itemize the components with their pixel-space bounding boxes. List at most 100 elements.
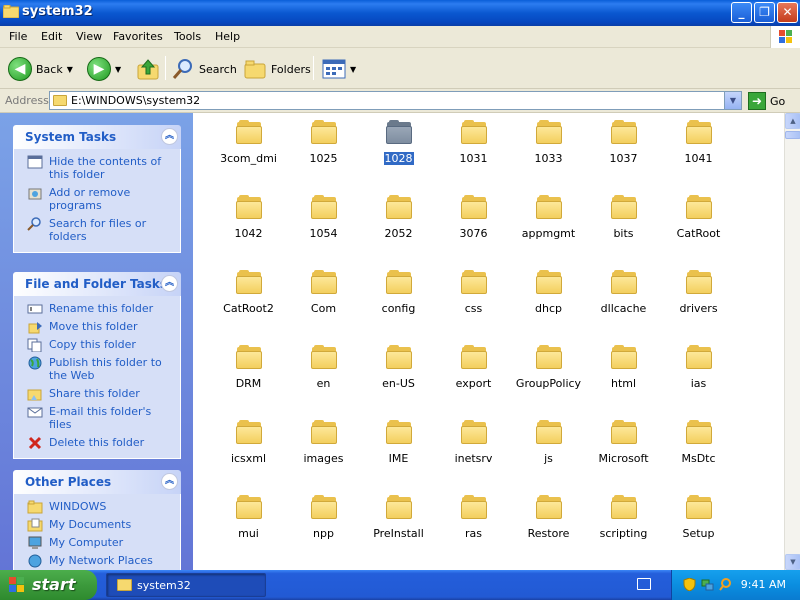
security-shield-icon[interactable] xyxy=(683,578,696,591)
folder-item[interactable]: config xyxy=(361,268,436,343)
menu-favorites[interactable]: Favorites xyxy=(113,30,163,43)
place-network-places[interactable]: My Network Places xyxy=(14,554,180,568)
folder-item[interactable]: 2052 xyxy=(361,193,436,268)
close-button[interactable]: ✕ xyxy=(777,2,798,23)
folder-item[interactable]: MsDtc xyxy=(661,418,736,493)
address-input[interactable]: E:\WINDOWS\system32 ▼ xyxy=(49,91,742,110)
folder-item[interactable]: images xyxy=(286,418,361,493)
folder-item[interactable]: js xyxy=(511,418,586,493)
folder-item[interactable]: html xyxy=(586,343,661,418)
back-button[interactable]: ◀ Back ▼ xyxy=(8,55,73,83)
views-button[interactable]: ▼ xyxy=(322,55,356,83)
system-tasks-header[interactable]: System Tasks ︽ xyxy=(13,125,181,149)
folder-item[interactable]: export xyxy=(436,343,511,418)
folder-item[interactable]: 3076 xyxy=(436,193,511,268)
task-delete-folder[interactable]: Delete this folder xyxy=(14,436,180,450)
go-button[interactable]: ➜ Go xyxy=(748,92,785,110)
forward-dropdown-icon[interactable]: ▼ xyxy=(115,65,121,74)
task-label: Add or remove programs xyxy=(49,186,131,212)
maximize-button[interactable]: ❐ xyxy=(754,2,775,23)
menu-view[interactable]: View xyxy=(76,30,102,43)
folder-item[interactable]: dllcache xyxy=(586,268,661,343)
folder-item[interactable]: GroupPolicy xyxy=(511,343,586,418)
keyboard-icon[interactable] xyxy=(637,578,651,590)
start-button[interactable]: start xyxy=(0,570,97,600)
scroll-thumb[interactable] xyxy=(785,131,800,139)
folder-item[interactable]: 1037 xyxy=(586,118,661,193)
folder-item[interactable]: CatRoot xyxy=(661,193,736,268)
panel-title: Other Places xyxy=(25,475,112,489)
folder-item[interactable]: icsxml xyxy=(211,418,286,493)
scroll-down-icon[interactable]: ▼ xyxy=(785,554,800,570)
place-my-documents[interactable]: My Documents xyxy=(14,518,180,532)
collapse-icon[interactable]: ︽ xyxy=(161,275,178,292)
collapse-icon[interactable]: ︽ xyxy=(161,473,178,490)
folder-label: 3076 xyxy=(459,227,488,240)
folder-item[interactable]: DRM xyxy=(211,343,286,418)
folder-item[interactable]: mui xyxy=(211,493,286,568)
folders-button[interactable]: Folders xyxy=(243,55,311,83)
folder-item[interactable]: appmgmt xyxy=(511,193,586,268)
folder-item[interactable]: Microsoft xyxy=(586,418,661,493)
folder-item[interactable]: Com xyxy=(286,268,361,343)
task-move-folder[interactable]: Move this folder xyxy=(14,320,180,334)
folder-item[interactable]: bits xyxy=(586,193,661,268)
folder-item[interactable]: 1031 xyxy=(436,118,511,193)
folder-item[interactable]: dhcp xyxy=(511,268,586,343)
place-my-computer[interactable]: My Computer xyxy=(14,536,180,549)
network-icon[interactable] xyxy=(701,578,714,591)
minimize-button[interactable]: _ xyxy=(731,2,752,23)
folder-item[interactable]: 1028 xyxy=(361,118,436,193)
task-share-folder[interactable]: Share this folder xyxy=(14,387,180,401)
folder-view[interactable]: 3com_dmi 1025 1028 1031 1033 1037 1041 1042 1054… xyxy=(193,113,784,570)
task-rename-folder[interactable]: Rename this folder xyxy=(14,302,180,315)
folder-item[interactable]: 1041 xyxy=(661,118,736,193)
menu-file[interactable]: File xyxy=(9,30,27,43)
folder-item[interactable]: Restore xyxy=(511,493,586,568)
scroll-up-icon[interactable]: ▲ xyxy=(785,113,800,129)
task-search-files[interactable]: Search for files or folders xyxy=(14,217,180,243)
folder-item[interactable]: 1042 xyxy=(211,193,286,268)
folder-label: scripting xyxy=(599,527,648,540)
folder-item[interactable]: 1054 xyxy=(286,193,361,268)
task-hide-contents[interactable]: Hide the contents of this folder xyxy=(14,155,180,181)
search-button[interactable]: Search xyxy=(171,55,237,83)
collapse-icon[interactable]: ︽ xyxy=(161,128,178,145)
folder-item[interactable]: css xyxy=(436,268,511,343)
up-folder-button[interactable] xyxy=(136,55,160,83)
folder-item[interactable]: IME xyxy=(361,418,436,493)
folder-item[interactable]: scripting xyxy=(586,493,661,568)
task-publish-folder[interactable]: Publish this folder to the Web xyxy=(14,356,180,382)
folder-item[interactable]: 1025 xyxy=(286,118,361,193)
file-folder-tasks-header[interactable]: File and Folder Tasks ︽ xyxy=(13,272,181,296)
folder-item[interactable]: en-US xyxy=(361,343,436,418)
other-places-header[interactable]: Other Places ︽ xyxy=(13,470,181,494)
address-dropdown-icon[interactable]: ▼ xyxy=(724,92,741,109)
back-dropdown-icon[interactable]: ▼ xyxy=(67,65,73,74)
folder-item[interactable]: 1033 xyxy=(511,118,586,193)
folder-item[interactable]: inetsrv xyxy=(436,418,511,493)
search-icon[interactable] xyxy=(719,578,732,591)
task-add-remove-programs[interactable]: Add or remove programs xyxy=(14,186,180,212)
folder-icon xyxy=(535,345,562,369)
folder-item[interactable]: en xyxy=(286,343,361,418)
menu-tools[interactable]: Tools xyxy=(174,30,201,43)
folder-item[interactable]: 3com_dmi xyxy=(211,118,286,193)
views-dropdown-icon[interactable]: ▼ xyxy=(350,65,356,74)
menu-edit[interactable]: Edit xyxy=(41,30,62,43)
folder-item[interactable]: CatRoot2 xyxy=(211,268,286,343)
folder-item[interactable]: npp xyxy=(286,493,361,568)
vertical-scrollbar[interactable]: ▲ ▼ xyxy=(784,113,800,570)
folder-item[interactable]: drivers xyxy=(661,268,736,343)
place-windows[interactable]: WINDOWS xyxy=(14,500,180,514)
task-email-files[interactable]: E-mail this folder's files xyxy=(14,405,180,431)
folder-item[interactable]: PreInstall xyxy=(361,493,436,568)
menu-help[interactable]: Help xyxy=(215,30,240,43)
forward-button[interactable]: ▶ ▼ xyxy=(87,55,121,83)
folder-item[interactable]: ras xyxy=(436,493,511,568)
folder-item[interactable]: Setup xyxy=(661,493,736,568)
taskbar-window-system32[interactable]: system32 xyxy=(106,573,266,597)
task-copy-folder[interactable]: Copy this folder xyxy=(14,338,180,352)
system-tasks-panel: System Tasks ︽ Hide the contents of this… xyxy=(13,125,181,253)
folder-item[interactable]: ias xyxy=(661,343,736,418)
